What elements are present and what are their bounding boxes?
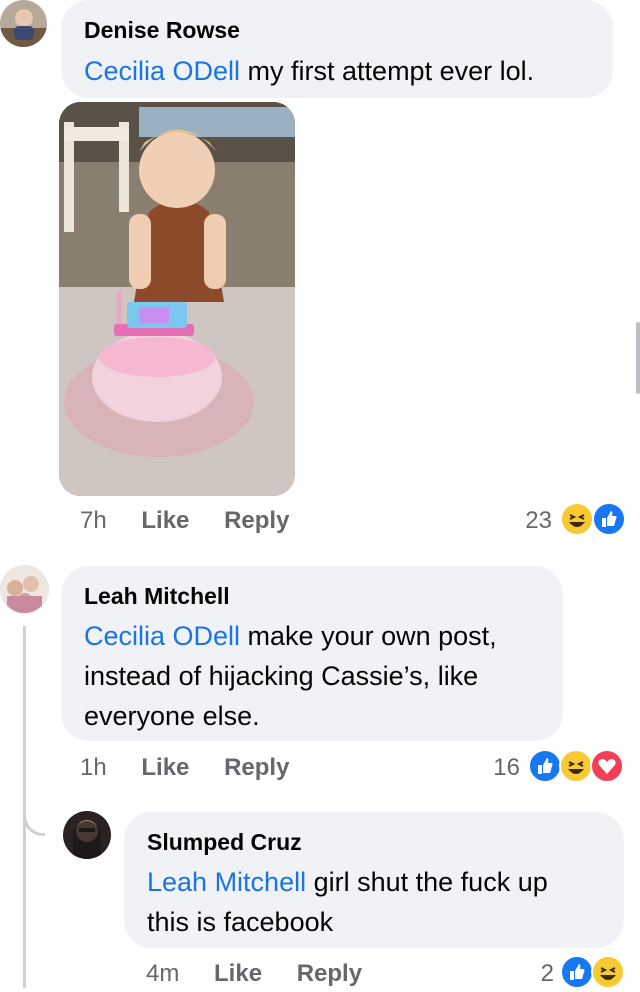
comment-timestamp[interactable]: 4m: [146, 960, 179, 987]
comment-body-line: this is facebook: [147, 907, 334, 937]
like-button[interactable]: Like: [141, 507, 189, 534]
mention-link[interactable]: Cecilia ODell: [84, 56, 240, 86]
comment-body-line: instead of hijacking Cassie’s, like: [84, 661, 479, 691]
comment-actions: 4m Like Reply: [146, 960, 362, 988]
love-icon: [590, 749, 624, 783]
haha-icon: [559, 749, 593, 783]
reply-button[interactable]: Reply: [224, 754, 289, 781]
comment-timestamp[interactable]: 7h: [80, 507, 107, 534]
comment-body-line: everyone else.: [84, 701, 260, 731]
like-icon: [592, 502, 626, 536]
avatar-slumped-cruz[interactable]: [63, 811, 111, 859]
reactions-summary[interactable]: [560, 502, 628, 536]
mention-link[interactable]: Leah Mitchell: [147, 867, 306, 897]
reaction-count[interactable]: 2: [520, 960, 554, 988]
reply-button[interactable]: Reply: [297, 960, 362, 987]
avatar-denise-rowse[interactable]: [0, 0, 47, 47]
comment-author[interactable]: Denise Rowse: [84, 17, 240, 44]
comment-body: my first attempt ever lol.: [240, 56, 535, 86]
reaction-count[interactable]: 23: [500, 507, 552, 535]
comment-text: Leah Mitchell girl shut the fuck up this…: [147, 862, 617, 942]
reaction-count[interactable]: 16: [472, 754, 520, 782]
comment-text: Cecilia ODell my first attempt ever lol.: [84, 51, 534, 91]
like-icon: [528, 749, 562, 783]
comment-actions: 7h Like Reply: [80, 507, 289, 535]
reply-button[interactable]: Reply: [224, 507, 289, 534]
avatar-leah-mitchell[interactable]: [0, 565, 49, 614]
like-button[interactable]: Like: [214, 960, 262, 987]
scrollbar[interactable]: [636, 322, 640, 394]
reactions-summary[interactable]: [528, 749, 628, 783]
reactions-summary[interactable]: [560, 955, 628, 989]
mention-link[interactable]: Cecilia ODell: [84, 621, 240, 651]
comment-author[interactable]: Slumped Cruz: [147, 829, 302, 856]
like-icon: [560, 955, 594, 989]
comment-text: Cecilia ODell make your own post, instea…: [84, 616, 554, 736]
comment-actions: 1h Like Reply: [80, 754, 289, 782]
thread-connector: [23, 800, 45, 836]
haha-icon: [560, 502, 594, 536]
like-button[interactable]: Like: [141, 754, 189, 781]
comment-timestamp[interactable]: 1h: [80, 754, 107, 781]
comment-body-line: make your own post,: [240, 621, 497, 651]
comment-author[interactable]: Leah Mitchell: [84, 583, 230, 610]
comment-photo[interactable]: [59, 102, 295, 496]
comment-body-line: girl shut the fuck up: [306, 867, 548, 897]
haha-icon: [591, 955, 625, 989]
